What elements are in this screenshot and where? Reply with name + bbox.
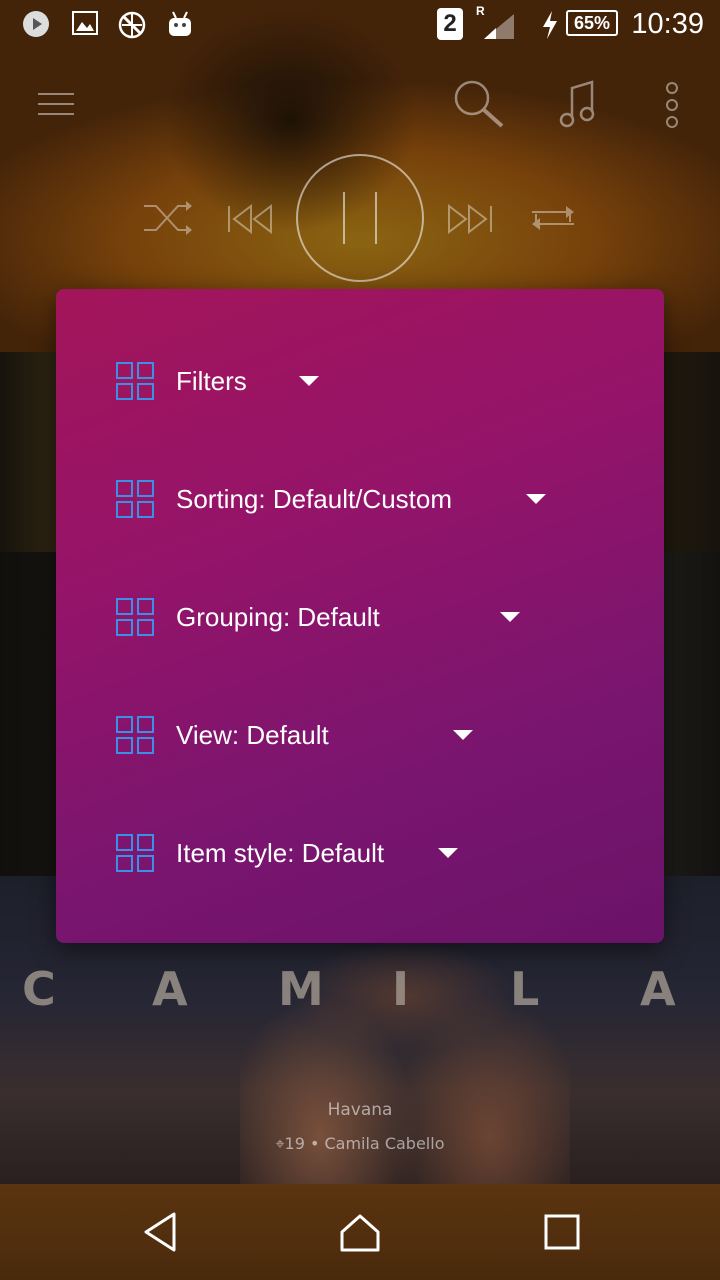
grid-icon: [116, 480, 154, 518]
menu-item-view[interactable]: View: Default: [116, 705, 473, 765]
back-icon[interactable]: [138, 1210, 182, 1254]
menu-item-sorting[interactable]: Sorting: Default/Custom: [116, 469, 547, 529]
cover-letter: A: [640, 962, 676, 1016]
dropdown-caret-icon: [499, 612, 520, 622]
play-icon: [23, 11, 49, 37]
cover-letter: M: [278, 962, 324, 1016]
menu-item-item-style[interactable]: Item style: Default: [116, 823, 459, 883]
grid-icon: [116, 362, 154, 400]
grid-icon: [116, 716, 154, 754]
battery-indicator: 65%: [566, 10, 618, 36]
grid-icon: [116, 834, 154, 872]
signal-icon: [484, 14, 514, 39]
menu-item-label: Sorting: Default/Custom: [176, 483, 453, 514]
image-icon: [72, 11, 98, 35]
pause-button[interactable]: [294, 152, 426, 284]
android-icon: [169, 11, 191, 36]
sim-slot-badge: 2: [437, 8, 463, 40]
search-icon[interactable]: [452, 78, 506, 130]
dropdown-caret-icon: [526, 494, 547, 504]
menu-item-grouping[interactable]: Grouping: Default: [116, 587, 520, 647]
next-icon[interactable]: [446, 204, 494, 234]
previous-icon[interactable]: [226, 204, 274, 234]
dropdown-caret-icon: [452, 730, 473, 740]
track-title: Havana: [327, 1100, 393, 1120]
grid-icon: [116, 598, 154, 636]
menu-item-label: Grouping: Default: [176, 601, 380, 632]
clock: 10:39: [631, 8, 704, 40]
menu-item-label: Item style: Default: [176, 837, 385, 868]
cover-letter: L: [510, 962, 540, 1016]
more-vert-icon[interactable]: [660, 80, 684, 130]
status-bar: 2 R 65% 10:39: [0, 0, 720, 48]
menu-icon[interactable]: [36, 90, 76, 118]
no-network-icon: [118, 11, 146, 39]
recents-icon[interactable]: [540, 1210, 584, 1254]
menu-item-label: Filters: [176, 365, 247, 396]
menu-item-filters[interactable]: Filters: [116, 351, 319, 411]
list-options-menu: Filters Sorting: Default/Custom Grouping…: [56, 289, 664, 943]
cover-letter: I: [392, 962, 410, 1016]
music-note-icon[interactable]: [556, 78, 596, 130]
cover-letter: A: [152, 962, 188, 1016]
charging-icon: [543, 11, 557, 39]
home-icon[interactable]: [338, 1210, 382, 1254]
repeat-icon[interactable]: [526, 200, 580, 236]
dropdown-caret-icon: [438, 848, 459, 858]
shuffle-icon[interactable]: [142, 198, 194, 238]
dropdown-caret-icon: [298, 376, 319, 386]
track-meta: ⌖19 • Camila Cabello: [275, 1134, 445, 1153]
menu-item-label: View: Default: [176, 719, 329, 750]
cover-letter: C: [22, 962, 56, 1016]
navigation-bar: [0, 1184, 720, 1280]
